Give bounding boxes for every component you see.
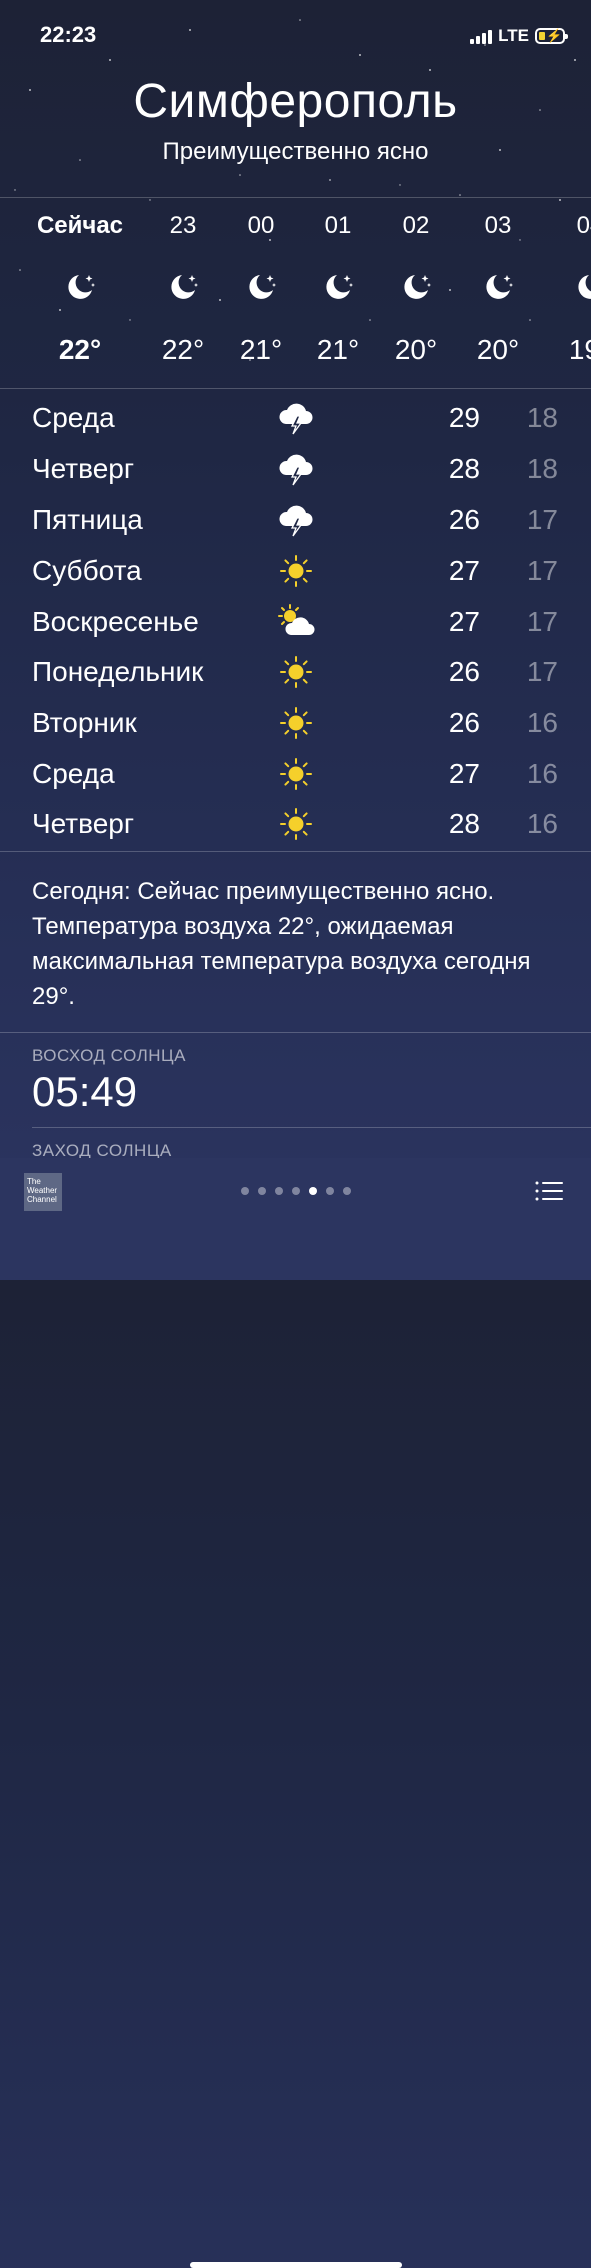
daily-row: Среда 27 16	[0, 749, 591, 799]
bottom-toolbar: The Weather Channel	[0, 1158, 591, 2268]
page-dot	[274, 1187, 283, 1195]
day-name: Суббота	[32, 555, 142, 586]
day-high-temp: 27	[448, 555, 480, 586]
day-high-temp: 28	[448, 808, 480, 839]
city-name: Симферополь	[133, 75, 458, 128]
sun-icon	[280, 707, 312, 739]
status-indicators: LTE ⚡	[470, 26, 568, 46]
day-low-temp: 16	[526, 758, 558, 789]
day-high-temp: 28	[448, 453, 480, 484]
day-name: Понедельник	[32, 656, 204, 687]
day-name: Вторник	[32, 707, 137, 738]
thunderstorm-icon	[279, 505, 313, 537]
daily-row: Суббота 27 17	[0, 546, 591, 596]
moon-stars-icon	[171, 275, 198, 299]
thunderstorm-icon	[279, 403, 313, 435]
moon-stars-icon	[68, 275, 95, 299]
divider	[32, 1127, 591, 1128]
moon-stars-icon	[249, 275, 276, 299]
moon-stars-icon	[578, 275, 591, 299]
today-summary: Сегодня: Сейчас преимущественно ясно. Те…	[32, 878, 531, 1010]
daily-row: Понедельник 26 17	[0, 647, 591, 697]
day-low-temp: 16	[526, 707, 558, 738]
day-low-temp: 17	[526, 555, 558, 586]
day-low-temp: 17	[526, 656, 558, 687]
daily-row: Четверг 28 18	[0, 444, 591, 494]
sunrise-label: ВОСХОД СОЛНЦА	[32, 1046, 186, 1065]
hour-temperature: 22°	[58, 334, 102, 365]
sun-icon	[280, 758, 312, 790]
moon-stars-icon	[486, 275, 513, 299]
divider	[0, 388, 591, 389]
battery-charging-icon: ⚡	[535, 28, 568, 44]
day-low-temp: 18	[526, 402, 558, 433]
day-name: Среда	[32, 402, 115, 433]
hour-label: 04	[576, 212, 591, 239]
page-dot	[325, 1187, 334, 1195]
cellular-signal-icon	[470, 28, 493, 44]
day-high-temp: 26	[448, 656, 480, 687]
page-dot	[240, 1187, 249, 1195]
daily-row: Вторник 26 16	[0, 698, 591, 748]
daily-row: Воскресенье 27 17	[0, 597, 591, 647]
current-condition: Преимущественно ясно	[162, 138, 429, 165]
sunrise-value: 05:49	[32, 1068, 138, 1115]
day-low-temp: 16	[526, 808, 558, 839]
sun-icon	[280, 555, 312, 587]
page-dot	[342, 1187, 351, 1195]
day-high-temp: 26	[448, 707, 480, 738]
hour-label: Сейчас	[36, 212, 124, 239]
status-time: 22:23	[40, 22, 97, 47]
day-name: Четверг	[32, 808, 135, 839]
hour-label: 03	[484, 212, 512, 239]
moon-stars-icon	[404, 275, 431, 299]
page-indicator[interactable]	[0, 1187, 591, 1195]
day-high-temp: 27	[448, 758, 480, 789]
day-low-temp: 17	[526, 606, 558, 637]
hour-temperature: 20°	[476, 334, 520, 365]
partly-cloudy-icon	[278, 604, 315, 635]
page-dot-active	[308, 1187, 317, 1195]
day-high-temp: 26	[448, 504, 480, 535]
day-low-temp: 17	[526, 504, 558, 535]
divider	[0, 1032, 591, 1033]
sun-icon	[280, 808, 312, 840]
moon-stars-icon	[326, 275, 353, 299]
day-name: Среда	[32, 758, 115, 789]
day-high-temp: 29	[448, 402, 480, 433]
day-name: Четверг	[32, 453, 135, 484]
hourly-forecast-scroll[interactable]: Сейчас 22° 23 22° 00 21° 01 21° 02 20° 0…	[0, 198, 591, 388]
home-indicator[interactable]	[190, 2262, 402, 2268]
day-name: Воскресенье	[32, 606, 199, 637]
page-dot	[257, 1187, 266, 1195]
day-high-temp: 27	[448, 606, 480, 637]
daily-row: Четверг 28 16	[0, 799, 591, 849]
hour-temperature: 19°	[568, 334, 591, 365]
day-name: Пятница	[32, 504, 143, 535]
city-list-icon[interactable]	[535, 1180, 563, 1202]
status-bar: 22:23 LTE ⚡	[0, 0, 591, 70]
divider	[0, 851, 591, 852]
page-dot	[291, 1187, 300, 1195]
sun-icon	[280, 656, 312, 688]
daily-row: Пятница 26 17	[0, 495, 591, 545]
thunderstorm-icon	[279, 454, 313, 486]
network-type: LTE	[498, 26, 529, 45]
daily-row: Среда 29 18	[0, 393, 591, 443]
day-low-temp: 18	[526, 453, 558, 484]
